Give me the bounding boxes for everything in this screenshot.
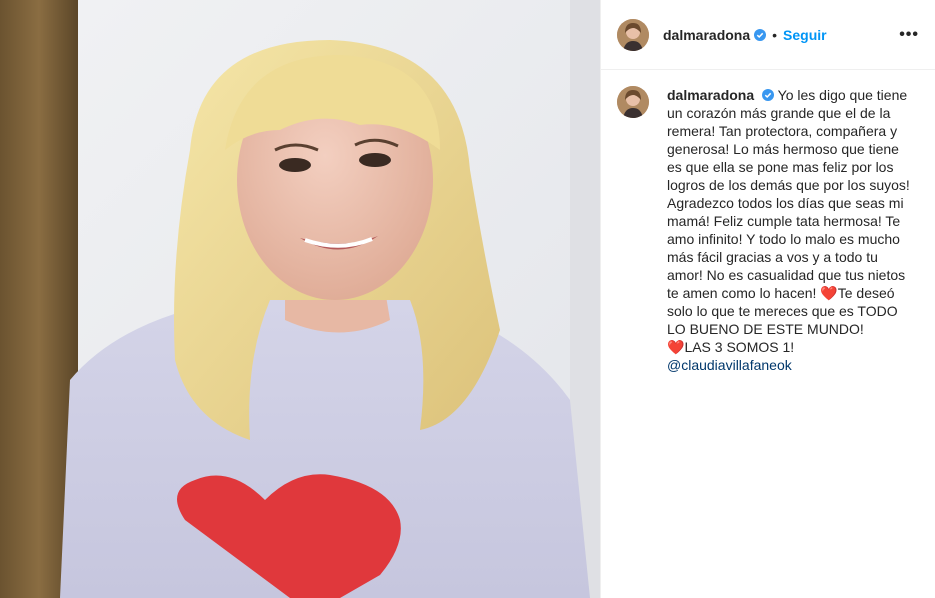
post-header: dalmaradona • Seguir •••	[601, 0, 935, 70]
separator-dot: •	[772, 26, 778, 43]
follow-button[interactable]: Seguir	[783, 27, 827, 43]
username-link[interactable]: dalmaradona	[663, 27, 750, 43]
verified-badge-icon	[762, 89, 775, 101]
photo-illustration	[0, 0, 600, 598]
caption-part-1: Yo les digo que tiene un corazón más gra…	[667, 87, 910, 301]
caption-block: dalmaradona Yo les digo que tiene un cor…	[601, 70, 935, 390]
caption-part-3: LAS 3 SOMOS 1!	[684, 339, 795, 355]
instagram-post: dalmaradona • Seguir ••• dalmaradona Yo …	[0, 0, 935, 598]
heart-emoji-icon: ❤️	[667, 339, 685, 355]
mention-link[interactable]: @claudiavillafaneok	[667, 356, 913, 374]
verified-badge-icon	[754, 28, 767, 41]
post-sidebar: dalmaradona • Seguir ••• dalmaradona Yo …	[600, 0, 935, 598]
avatar[interactable]	[617, 18, 649, 51]
caption-avatar[interactable]	[617, 86, 649, 118]
heart-emoji-icon: ❤️	[820, 285, 838, 301]
caption-text: dalmaradona Yo les digo que tiene un cor…	[667, 86, 913, 374]
post-photo[interactable]	[0, 0, 600, 598]
more-options-icon[interactable]: •••	[899, 26, 919, 44]
caption-username[interactable]: dalmaradona	[667, 87, 754, 103]
